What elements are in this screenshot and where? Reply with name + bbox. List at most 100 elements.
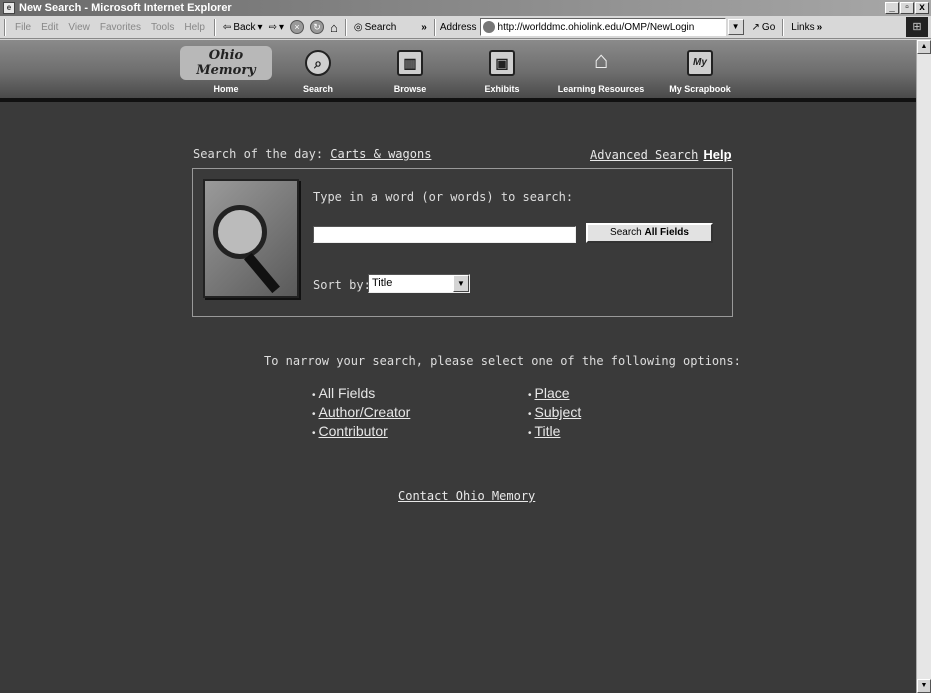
menu-help[interactable]: Help: [184, 22, 205, 33]
scrapbook-icon: My: [687, 50, 713, 76]
contributor-link[interactable]: Contributor: [319, 423, 388, 439]
option-contributor[interactable]: • Contributor: [312, 423, 410, 442]
back-arrow-icon: ⇦: [222, 21, 232, 33]
options-column-1: • All Fields • Author/Creator • Contributor: [312, 385, 410, 442]
search-toolbar-label: Search: [364, 21, 397, 33]
nav-browse[interactable]: ▥ Browse: [364, 44, 456, 94]
place-link[interactable]: Place: [535, 385, 570, 401]
window-title: New Search - Microsoft Internet Explorer: [19, 2, 232, 14]
map-magnifier-image: [203, 179, 299, 298]
stop-icon: ×: [290, 20, 304, 34]
close-button[interactable]: x: [915, 2, 929, 14]
contact-ohio-memory-link[interactable]: Contact Ohio Memory: [398, 489, 535, 503]
nav-my-scrapbook[interactable]: My My Scrapbook: [654, 44, 746, 94]
forward-arrow-icon: ⇨: [268, 21, 277, 33]
sotd-prefix: Search of the day:: [193, 147, 324, 161]
schoolhouse-icon: ⌂: [593, 47, 609, 74]
option-place[interactable]: • Place: [528, 385, 581, 404]
go-arrow-icon: ↗: [751, 21, 760, 33]
maximize-button[interactable]: ▫: [900, 2, 914, 14]
ohio-memory-logo-icon: Ohio Memory: [180, 46, 272, 80]
search-prompt: Type in a word (or words) to search:: [313, 190, 574, 204]
toolbar-separator: [782, 18, 785, 36]
menu-tools[interactable]: Tools: [151, 22, 174, 33]
scroll-up-button[interactable]: ▲: [917, 40, 931, 54]
option-author-creator[interactable]: • Author/Creator: [312, 404, 410, 423]
chevron-down-icon[interactable]: ▼: [453, 275, 469, 292]
option-title[interactable]: • Title: [528, 423, 581, 442]
forward-dropdown-icon: ▾: [278, 21, 284, 33]
search-button-bold: All Fields: [644, 227, 689, 238]
handle-shape: [244, 252, 280, 294]
search-globe-icon: ◎: [353, 21, 363, 33]
windows-logo-icon: ⊞: [906, 17, 928, 37]
advanced-search-link[interactable]: Advanced Search: [590, 148, 698, 162]
nav-learning-label: Learning Resources: [557, 84, 645, 94]
nav-search-label: Search: [302, 84, 334, 94]
links-button[interactable]: Links »: [791, 22, 822, 33]
search-all-fields-button[interactable]: Search All Fields: [586, 223, 713, 243]
back-button[interactable]: ⇦ Back ▾: [223, 22, 263, 33]
book-icon: ▥: [397, 50, 423, 76]
nav-home[interactable]: Ohio Memory Home: [180, 44, 272, 94]
bullet-icon: •: [528, 409, 532, 420]
vertical-scrollbar[interactable]: ▲ ▼: [916, 40, 931, 693]
magnifier-icon: ⌕: [305, 50, 331, 76]
subject-link[interactable]: Subject: [535, 404, 582, 420]
menu-edit[interactable]: Edit: [41, 22, 58, 33]
bullet-icon: •: [312, 428, 316, 439]
toolbar-separator: [433, 18, 436, 36]
search-toolbar-button[interactable]: ◎ Search: [354, 22, 396, 33]
page-viewport: Ohio Memory Home ⌕ Search ▥ Browse ▣ Exh…: [0, 40, 916, 693]
sort-value: Title: [372, 277, 393, 289]
search-panel: Type in a word (or words) to search: Sea…: [192, 168, 733, 317]
nav-learning-resources[interactable]: ⌂ Learning Resources: [548, 44, 654, 95]
sotd-link[interactable]: Carts & wagons: [330, 147, 431, 161]
minimize-button[interactable]: _: [885, 2, 899, 14]
home-button[interactable]: ⌂: [330, 20, 338, 35]
sort-select[interactable]: Title ▼: [368, 274, 470, 293]
address-dropdown-button[interactable]: ▼: [727, 19, 744, 35]
toolbar-separator: [344, 18, 347, 36]
site-nav: Ohio Memory Home ⌕ Search ▥ Browse ▣ Exh…: [180, 44, 746, 94]
toolbar-chevron[interactable]: »: [421, 22, 427, 33]
address-value: http://worlddmc.ohiolink.edu/OMP/NewLogi…: [497, 21, 695, 33]
display-icon: ▣: [489, 50, 515, 76]
scroll-down-button[interactable]: ▼: [917, 679, 931, 693]
contact-footer: Contact Ohio Memory: [398, 489, 535, 503]
nav-browse-label: Browse: [393, 84, 427, 94]
search-input[interactable]: [313, 226, 576, 243]
search-links: Advanced Search Help: [590, 147, 732, 162]
refresh-icon: ↻: [310, 20, 324, 34]
nav-scrapbook-label: My Scrapbook: [669, 84, 731, 94]
site-header: Ohio Memory Home ⌕ Search ▥ Browse ▣ Exh…: [0, 40, 916, 102]
search-of-the-day: Search of the day: Carts & wagons: [193, 147, 431, 161]
bullet-icon: •: [312, 409, 316, 420]
browser-toolbar: File Edit View Favorites Tools Help ⇦ Ba…: [0, 16, 931, 39]
nav-home-label: Home: [213, 84, 239, 94]
menu-view[interactable]: View: [68, 22, 90, 33]
go-button[interactable]: ↗ Go: [752, 22, 776, 33]
option-all-fields-label: All Fields: [318, 385, 376, 401]
nav-search[interactable]: ⌕ Search: [272, 44, 364, 94]
narrow-instructions: To narrow your search, please select one…: [264, 354, 741, 368]
menu-favorites[interactable]: Favorites: [100, 22, 141, 33]
option-subject[interactable]: • Subject: [528, 404, 581, 423]
forward-button[interactable]: ⇨ ▾: [269, 22, 284, 33]
go-label: Go: [761, 21, 776, 33]
menu-file[interactable]: File: [15, 22, 31, 33]
bullet-icon: •: [528, 428, 532, 439]
refresh-button[interactable]: ↻: [310, 20, 324, 34]
nav-exhibits[interactable]: ▣ Exhibits: [456, 44, 548, 94]
address-field[interactable]: http://worlddmc.ohiolink.edu/OMP/NewLogi…: [479, 18, 726, 36]
bullet-icon: •: [312, 390, 316, 401]
option-all-fields: • All Fields: [312, 385, 410, 404]
back-dropdown-icon: ▾: [257, 21, 263, 33]
title-bar: e New Search - Microsoft Internet Explor…: [0, 0, 931, 16]
title-link[interactable]: Title: [535, 423, 561, 439]
author-creator-link[interactable]: Author/Creator: [319, 404, 411, 420]
toolbar-grip: [4, 18, 6, 36]
help-link[interactable]: Help: [703, 147, 731, 162]
stop-button[interactable]: ×: [290, 20, 304, 34]
links-chevron: »: [816, 21, 823, 33]
